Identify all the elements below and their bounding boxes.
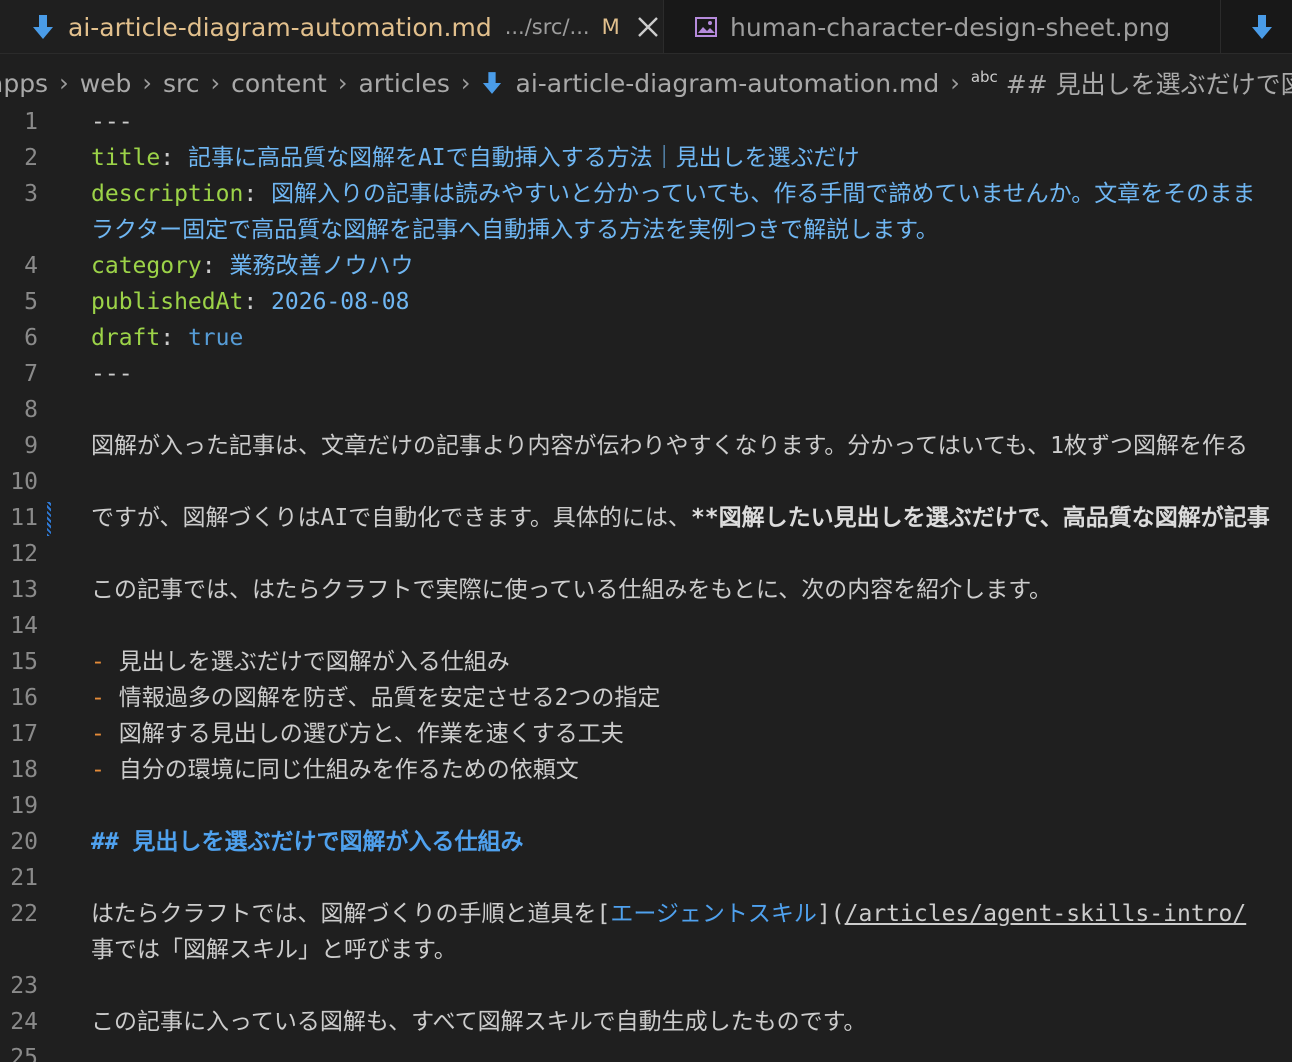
yaml-key: publishedAt xyxy=(91,289,244,315)
markdown-icon xyxy=(33,15,53,39)
yaml-value-wrap: ラクター固定で高品質な図解を記事へ自動挿入する方法を実例つきで解説します。 xyxy=(91,217,939,243)
chevron-right-icon: › xyxy=(142,69,153,97)
code-line: - 自分の環境に同じ仕組みを作るための依頼文 xyxy=(91,752,579,788)
breadcrumb: apps › web › src › content › articles › … xyxy=(0,58,1292,108)
tab-ai-article-diagram-automation[interactable]: ai-article-diagram-automation.md .../src… xyxy=(0,0,664,53)
breadcrumb-item-apps[interactable]: apps xyxy=(0,69,48,98)
line-number: 21 xyxy=(10,865,38,891)
close-icon[interactable] xyxy=(634,12,663,42)
string-symbol-icon: abc xyxy=(970,68,998,86)
code-editor[interactable]: 1 --- 2 title: 記事に高品質な図解をAIで自動挿入する方法｜見出しを選… xyxy=(0,104,1292,1062)
line-number: 12 xyxy=(10,541,38,567)
code-line-wrap: ラクター固定で高品質な図解を記事へ自動挿入する方法を実例つきで解説します。 xyxy=(91,212,939,248)
list-bullet: - xyxy=(91,649,105,675)
line-number: 23 xyxy=(10,973,38,999)
line-number: 13 xyxy=(10,577,38,603)
line-number: 16 xyxy=(10,685,38,711)
yaml-key: title xyxy=(91,145,161,171)
line-number: 6 xyxy=(24,325,38,351)
list-bullet: - xyxy=(91,757,105,783)
breadcrumb-item-web[interactable]: web xyxy=(80,69,132,98)
editor-tab-bar: ai-article-diagram-automation.md .../src… xyxy=(0,0,1292,54)
modified-indicator: M xyxy=(601,15,620,39)
line-number: 15 xyxy=(10,649,38,675)
line-number: 25 xyxy=(10,1045,38,1062)
list-item-text: 情報過多の図解を防ぎ、品質を安定させる2つの指定 xyxy=(118,685,661,711)
list-item-text: 図解する見出しの選び方と、作業を速くする工夫 xyxy=(118,721,624,747)
line-number: 17 xyxy=(10,721,38,747)
chevron-right-icon: › xyxy=(337,69,348,97)
code-line: draft: true xyxy=(91,325,244,351)
code-text: ですが、図解づくりはAIで自動化できます。具体的には、 xyxy=(91,505,691,531)
tab-path: .../src/... xyxy=(504,15,590,39)
markdown-heading: ## 見出しを選ぶだけで図解が入る仕組み xyxy=(91,829,524,855)
yaml-value: 業務改善ノウハウ xyxy=(229,253,414,279)
tab-human-character-design-sheet[interactable]: human-character-design-sheet.png xyxy=(664,0,1221,53)
line-number: 2 xyxy=(24,145,38,171)
yaml-key: category xyxy=(91,253,202,279)
code-line: title: 記事に高品質な図解をAIで自動挿入する方法｜見出しを選ぶだけ xyxy=(91,145,860,171)
tab-title: human-character-design-sheet.png xyxy=(730,12,1171,42)
chevron-right-icon: › xyxy=(210,69,221,97)
line-number: 11 xyxy=(10,505,38,531)
breadcrumb-item-src[interactable]: src xyxy=(163,69,200,98)
yaml-value: true xyxy=(187,325,244,351)
line-number: 5 xyxy=(24,289,38,315)
markdown-icon xyxy=(482,72,501,94)
tab-markdown-file[interactable] xyxy=(1221,0,1292,53)
code-line: ですが、図解づくりはAIで自動化できます。具体的には、**図解したい見出しを選ぶ… xyxy=(91,500,1270,536)
bold-text: **図解したい見出しを選ぶだけで、高品質な図解が記事 xyxy=(690,505,1270,531)
code-line: --- xyxy=(91,361,133,387)
code-line: description: 図解入りの記事は読みやすいと分かっていても、作る手間で… xyxy=(91,181,1256,207)
line-number: 7 xyxy=(24,361,38,387)
chevron-right-icon: › xyxy=(59,69,69,97)
line-number: 10 xyxy=(10,469,38,495)
code-line: --- xyxy=(91,109,133,135)
line-number: 14 xyxy=(10,613,38,639)
yaml-value: 記事に高品質な図解をAIで自動挿入する方法｜見出しを選ぶだけ xyxy=(187,145,860,171)
breadcrumb-item-file[interactable]: ai-article-diagram-automation.md xyxy=(516,69,940,98)
line-number: 22 xyxy=(10,901,38,927)
code-line: publishedAt: 2026-08-08 xyxy=(91,289,410,315)
yaml-value: 図解入りの記事は読みやすいと分かっていても、作る手間で諦めていませんか。文章をそ… xyxy=(271,181,1256,207)
code-line: - 図解する見出しの選び方と、作業を速くする工夫 xyxy=(91,716,624,752)
image-icon xyxy=(695,17,717,37)
list-item-text: 見出しを選ぶだけで図解が入る仕組み xyxy=(118,649,510,675)
list-item-text: 自分の環境に同じ仕組みを作るための依頼文 xyxy=(118,757,579,783)
list-bullet: - xyxy=(91,685,105,711)
code-line: - 情報過多の図解を防ぎ、品質を安定させる2つの指定 xyxy=(91,680,660,716)
code-text: はたらクラフトでは、図解づくりの手順と道具を[ xyxy=(91,901,611,927)
line-number: 4 xyxy=(24,253,38,279)
yaml-value: 2026-08-08 xyxy=(271,289,410,315)
code-line: 図解が入った記事は、文章だけの記事より内容が伝わりやすくなります。分かってはいて… xyxy=(91,433,1248,459)
breadcrumb-symbol[interactable]: ## 見出しを選ぶだけで図 xyxy=(1006,65,1292,101)
markdown-icon xyxy=(1252,15,1272,39)
line-number: 20 xyxy=(10,829,38,855)
code-line: この記事では、はたらクラフトで実際に使っている仕組みをもとに、次の内容を紹介しま… xyxy=(91,577,1052,603)
link-url[interactable]: /articles/agent-skills-intro/ xyxy=(845,901,1247,927)
line-number: 18 xyxy=(10,757,38,783)
modified-line-gutter-marker xyxy=(47,502,51,536)
line-number: 8 xyxy=(24,397,38,423)
line-number: 9 xyxy=(24,433,38,459)
yaml-key: description xyxy=(91,181,244,207)
code-line: category: 業務改善ノウハウ xyxy=(91,253,414,279)
breadcrumb-item-content[interactable]: content xyxy=(231,69,327,98)
code-text: ]( xyxy=(816,901,845,927)
line-number: 19 xyxy=(10,793,38,819)
chevron-right-icon: › xyxy=(950,69,960,97)
line-number: 24 xyxy=(10,1009,38,1035)
chevron-right-icon: › xyxy=(460,69,471,97)
code-line-wrap: 事では「図解スキル」と呼びます。 xyxy=(91,937,457,963)
line-number: 1 xyxy=(24,109,38,135)
code-line: この記事に入っている図解も、すべて図解スキルで自動生成したものです。 xyxy=(91,1009,867,1035)
link-text: エージェントスキル xyxy=(610,901,817,927)
tab-title: ai-article-diagram-automation.md xyxy=(68,12,492,42)
yaml-key: draft xyxy=(91,325,161,351)
breadcrumb-item-articles[interactable]: articles xyxy=(358,69,449,98)
line-number: 3 xyxy=(24,181,38,207)
list-bullet: - xyxy=(91,721,105,747)
code-line: はたらクラフトでは、図解づくりの手順と道具を[エージェントスキル](/artic… xyxy=(91,896,1246,932)
code-line: - 見出しを選ぶだけで図解が入る仕組み xyxy=(91,644,510,680)
